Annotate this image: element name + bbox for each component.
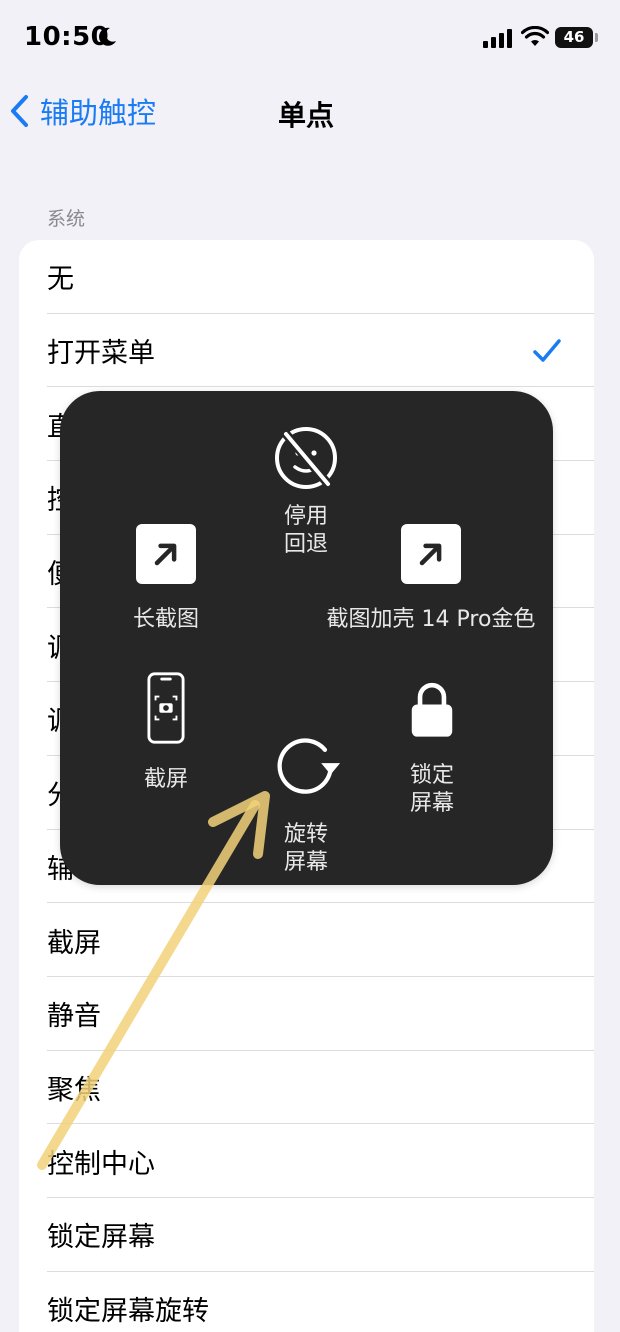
battery-cap [595,33,598,42]
menu-lock-screen-line2: 屏幕 [409,791,454,816]
list-item[interactable]: 无 [19,240,594,314]
menu-long-screenshot-label: 长截图 [132,607,199,632]
list-item-label: 截屏 [47,927,101,959]
list-item-label: 打开菜单 [47,338,155,370]
menu-rotate-screen[interactable]: 旋转 屏幕 [256,729,356,877]
list-item-label: 锁定屏幕旋转 [47,1295,209,1327]
moon-icon [99,27,116,46]
section-header: 系统 [47,208,86,230]
arrow-up-right-icon [401,524,461,584]
battery-indicator: 46 [555,27,593,48]
menu-long-screenshot[interactable]: 长截图 [106,524,226,634]
menu-lock-screen[interactable]: 锁定 屏幕 [382,680,482,818]
menu-lock-screen-line1: 锁定 [409,763,454,788]
list-item[interactable]: 静音 [19,977,594,1051]
arrow-up-right-icon [136,524,196,584]
list-item[interactable]: 控制中心 [19,1124,594,1198]
list-item[interactable]: 聚焦 [19,1051,594,1125]
list-item-label: 静音 [47,1001,101,1033]
page-title: 单点 [277,99,334,132]
list-item[interactable]: 锁定屏幕旋转 [19,1272,594,1332]
no-face-icon [275,427,337,489]
wifi-icon [521,26,549,46]
menu-screenshot-case[interactable]: 截图加壳 14 Pro金色 [322,524,540,634]
status-bar: 10:50 46 [0,0,620,80]
list-item[interactable]: 锁定屏幕 [19,1198,594,1272]
list-item-label: 聚焦 [47,1074,101,1106]
rotate-icon [277,738,341,794]
menu-rotate-screen-line1: 旋转 [283,822,328,847]
checkmark-icon [533,338,561,362]
assistive-touch-menu: 停用 回退 长截图 截图加壳 14 Pro金色 截屏 旋转 屏幕 锁定 屏幕 [60,391,553,885]
lock-icon [411,682,453,737]
list-item[interactable]: 打开菜单 [19,314,594,388]
list-item-label: 锁定屏幕 [47,1222,155,1254]
list-item-label: 无 [47,264,74,296]
signal-icon [483,29,512,48]
menu-screenshot-label: 截屏 [143,767,188,792]
phone-screenshot-icon [147,672,185,744]
menu-rotate-screen-line2: 屏幕 [283,850,328,875]
list-item[interactable]: 截屏 [19,903,594,977]
list-item-label: 控制中心 [47,1148,155,1180]
menu-screenshot-case-label: 截图加壳 14 Pro金色 [326,607,536,632]
menu-screenshot[interactable]: 截屏 [116,670,216,794]
